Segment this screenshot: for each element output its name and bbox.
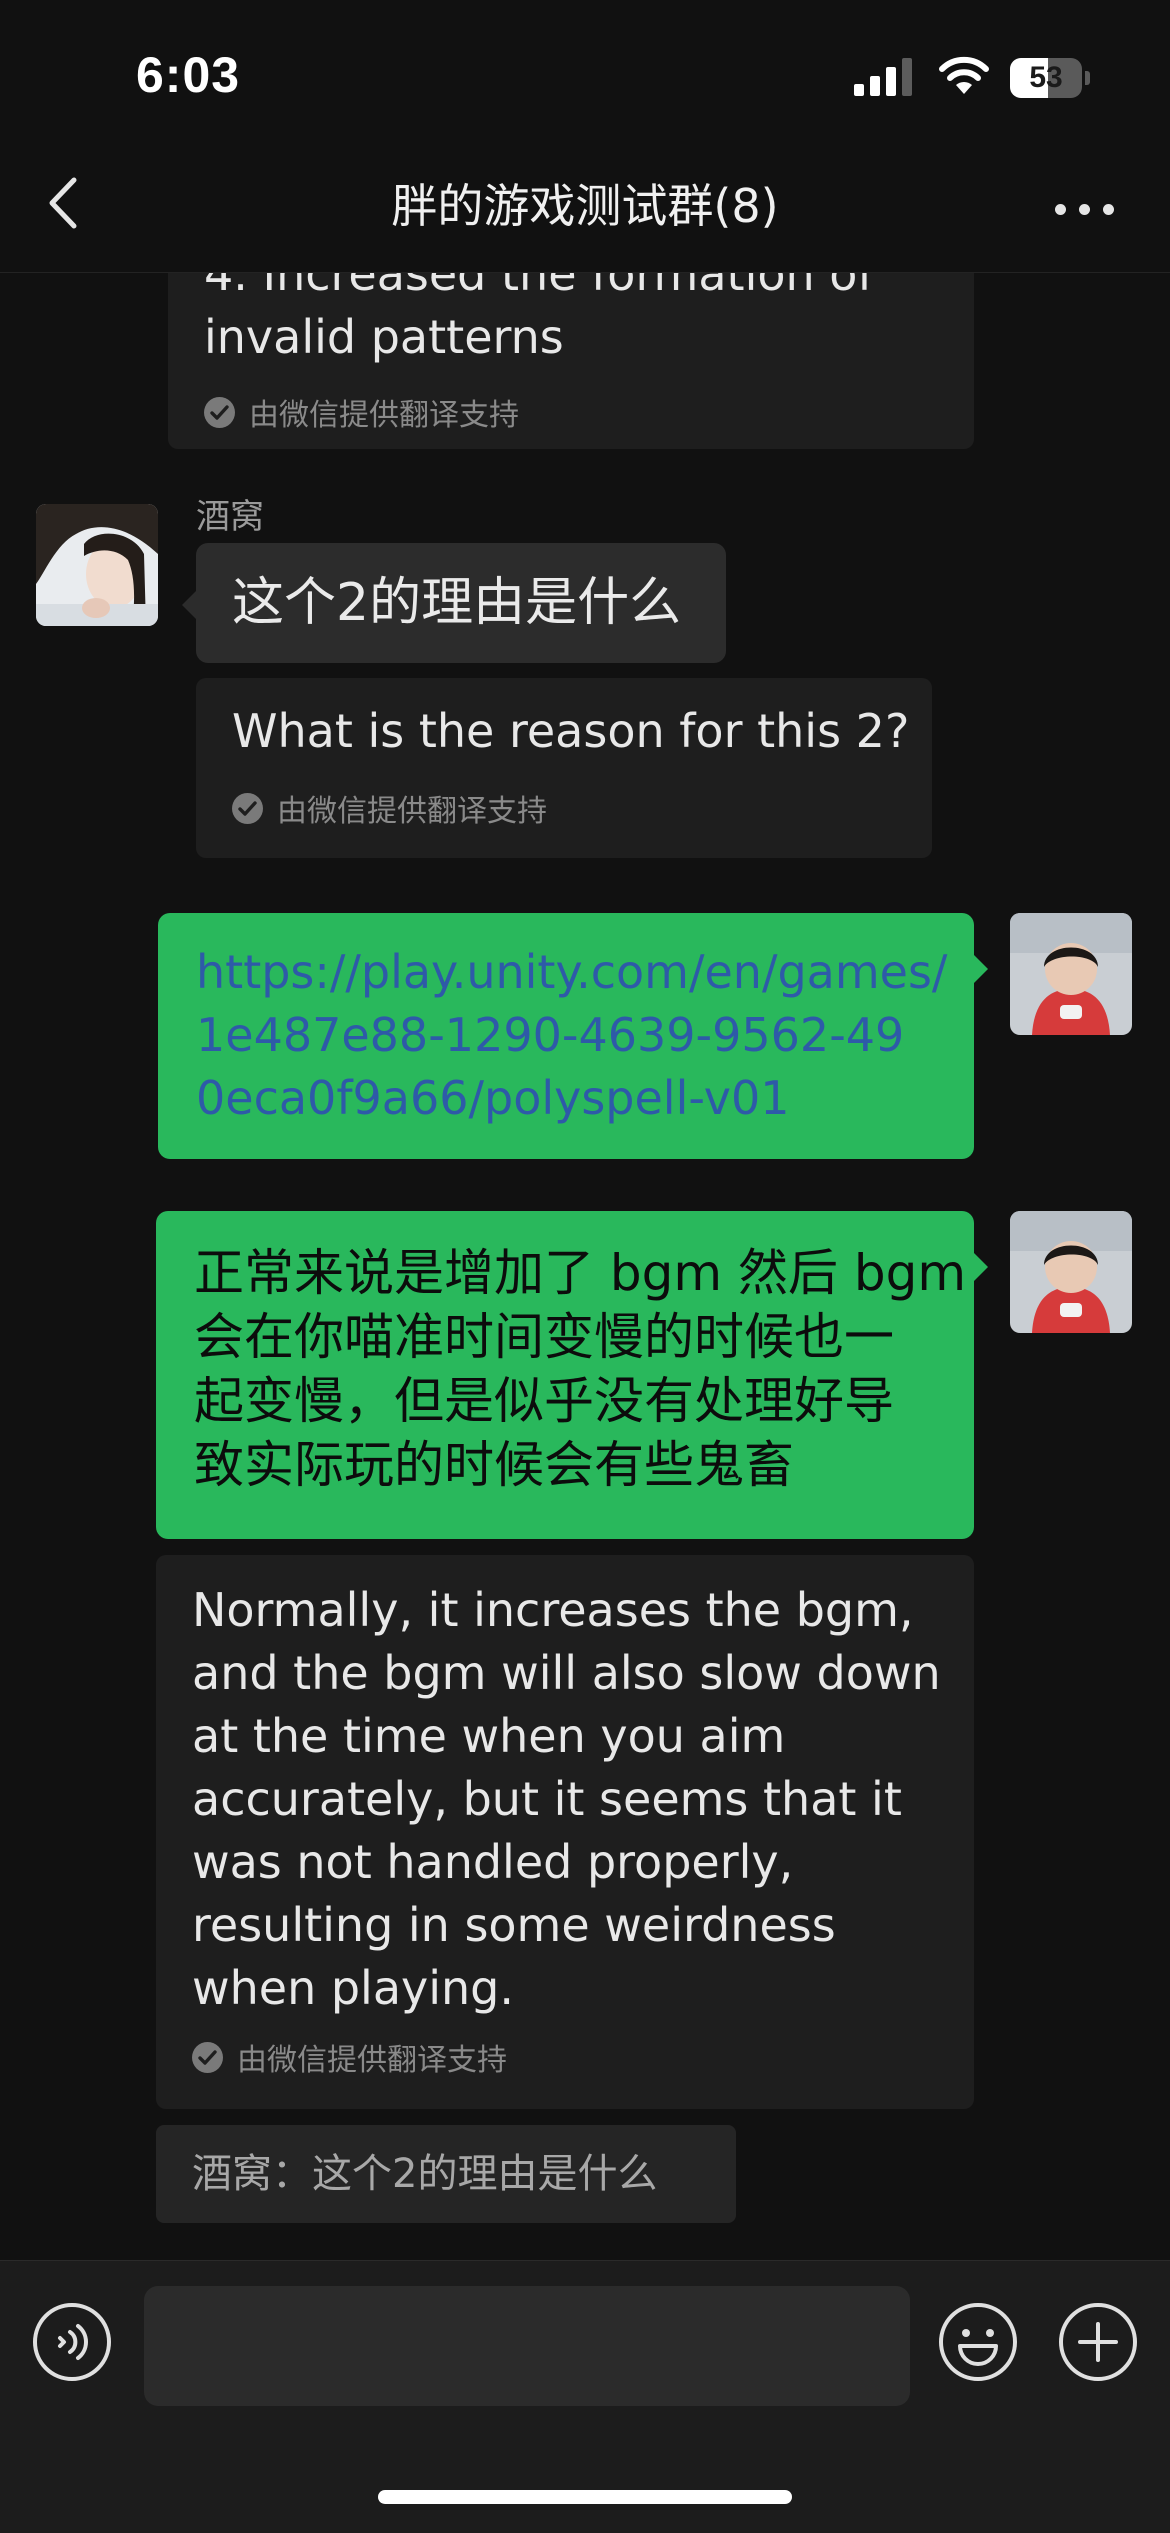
message-line: 正常来说是增加了 bgm 然后 bgm	[194, 1244, 967, 1302]
wifi-icon	[939, 56, 989, 94]
my-avatar[interactable]	[1010, 1211, 1132, 1333]
translation-line: invalid patterns	[204, 310, 564, 364]
message-text: 这个2的理由是什么	[232, 573, 682, 633]
bubble-tail	[182, 591, 196, 619]
translation-line: resulting in some weirdness	[192, 1898, 836, 1952]
battery-icon: 53	[1010, 58, 1092, 98]
translation-line: accurately, but it seems that it	[192, 1772, 902, 1826]
message-input[interactable]	[144, 2286, 910, 2406]
emoji-icon[interactable]	[938, 2302, 1018, 2382]
link-line[interactable]: 1e487e88-1290-4639-9562-49	[196, 1004, 904, 1067]
back-chevron-icon[interactable]	[30, 168, 100, 238]
translation-line: and the bgm will also slow down	[192, 1646, 941, 1700]
plus-icon[interactable]	[1058, 2302, 1138, 2382]
translation-line: was not handled properly,	[192, 1835, 794, 1889]
bubble-tail	[974, 955, 988, 983]
message-bubble-outgoing[interactable]: 正常来说是增加了 bgm 然后 bgm 会在你喵准时间变慢的时候也一 起变慢，但…	[156, 1211, 974, 1539]
voice-icon[interactable]	[32, 2302, 112, 2382]
check-circle-icon	[204, 396, 235, 428]
check-circle-icon	[232, 792, 263, 824]
message-line: 会在你喵准时间变慢的时候也一	[194, 1308, 894, 1366]
translation-line: when playing.	[192, 1961, 514, 2015]
translation-line: at the time when you aim	[192, 1709, 786, 1763]
home-indicator	[378, 2490, 792, 2504]
translation-line: Normally, it increases the bgm,	[192, 1583, 914, 1637]
bubble-tail	[974, 1253, 988, 1281]
sender-name: 酒窝	[196, 497, 264, 537]
translation-bubble: Normally, it increases the bgm, and the …	[156, 1555, 974, 2109]
more-dots-icon[interactable]	[1050, 176, 1120, 240]
battery-level: 53	[1029, 61, 1063, 94]
link-line[interactable]: https://play.unity.com/en/games/	[196, 941, 947, 1004]
check-circle-icon	[192, 2041, 223, 2073]
link-line[interactable]: 0eca0f9a66/polyspell-v01	[196, 1067, 790, 1130]
translation-line: 4. Increased the formation of	[204, 273, 874, 301]
status-time: 6:03	[136, 47, 241, 103]
chat-title: 胖的游戏测试群(8)	[391, 179, 779, 233]
quote-text: 酒窝：这个2的理由是什么	[192, 2151, 658, 2197]
translation-note: 由微信提供翻译支持	[204, 390, 519, 434]
my-avatar[interactable]	[1010, 913, 1132, 1035]
message-bubble-incoming[interactable]: 这个2的理由是什么	[196, 543, 726, 663]
translation-bubble: What is the reason for this 2? 由微信提供翻译支持	[196, 678, 932, 858]
message-line: 起变慢，但是似乎没有处理好导	[194, 1372, 894, 1430]
message-bubble-outgoing[interactable]: https://play.unity.com/en/games/ 1e487e8…	[158, 913, 974, 1159]
cellular-signal-icon	[854, 58, 912, 96]
message-line: 致实际玩的时候会有些鬼畜	[194, 1436, 794, 1494]
translation-note: 由微信提供翻译支持	[192, 2035, 507, 2079]
message-list[interactable]: 4. Increased the formation of invalid pa…	[0, 273, 1170, 2260]
quote-bubble[interactable]: 酒窝：这个2的理由是什么	[156, 2125, 736, 2223]
translation-note: 由微信提供翻译支持	[232, 786, 547, 830]
translation-bubble: 4. Increased the formation of invalid pa…	[168, 273, 974, 449]
sender-avatar[interactable]	[36, 504, 158, 626]
translation-text: What is the reason for this 2?	[232, 704, 910, 758]
